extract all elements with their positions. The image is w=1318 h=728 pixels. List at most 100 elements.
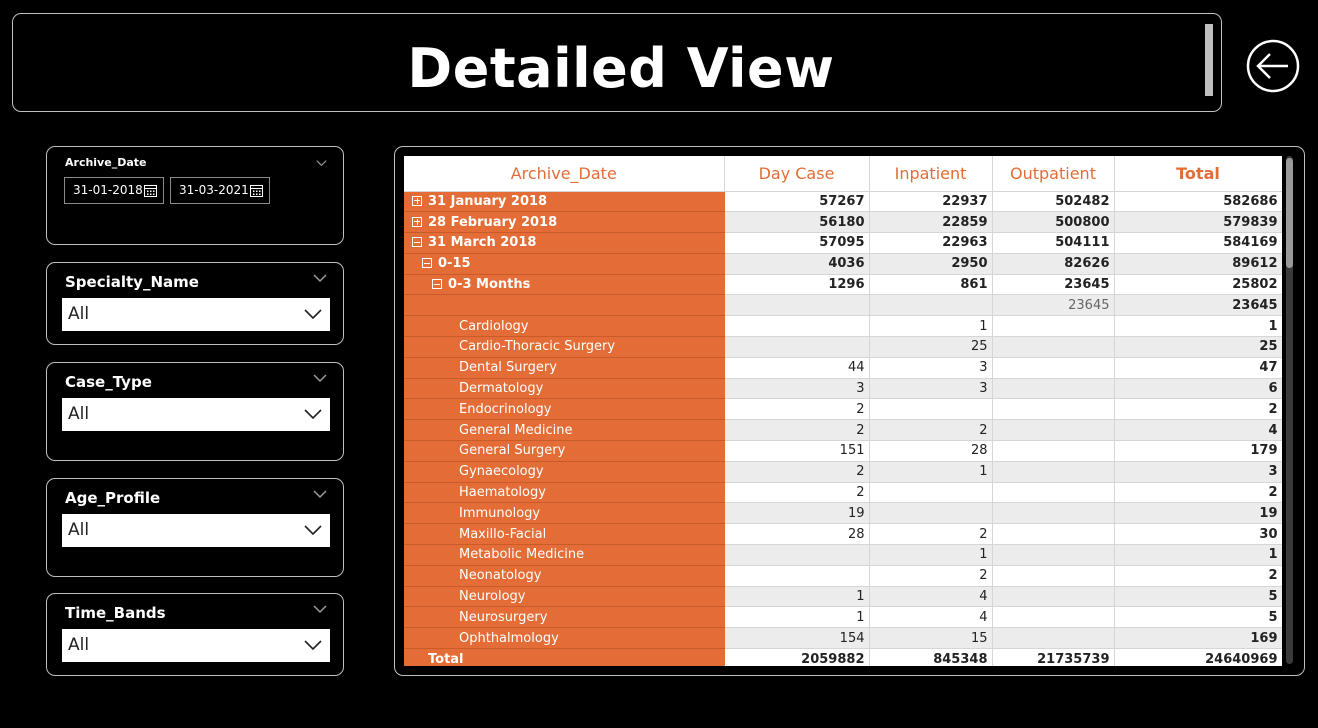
expand-plus-icon[interactable]	[412, 216, 422, 227]
table-cell	[992, 627, 1115, 650]
table-cell: 1	[1114, 315, 1282, 338]
row-header: Neonatology	[404, 565, 725, 587]
row-header: Gynaecology	[404, 461, 725, 483]
row-header: Immunology	[404, 502, 725, 525]
time-bands-slicer: Time_Bands All	[46, 593, 344, 676]
table-row: Maxillo-Facial 28 2 30	[404, 523, 1282, 546]
table-cell: 502482	[992, 191, 1115, 213]
header-row: Archive_Date Day Case Inpatient Outpatie…	[404, 156, 1282, 192]
row-header: Ophthalmology	[404, 627, 725, 650]
age-profile-slicer: Age_Profile All	[46, 478, 344, 577]
scrollbar-thumb[interactable]	[1286, 158, 1293, 268]
row-header[interactable]: 31 January 2018	[404, 191, 725, 213]
title-divider	[1205, 24, 1213, 96]
table-cell: 169	[1114, 627, 1282, 650]
table-cell: 1	[869, 315, 993, 338]
matrix-table: Archive_Date Day Case Inpatient Outpatie…	[404, 156, 1282, 666]
collapse-minus-icon[interactable]	[432, 279, 442, 290]
table-cell: 5	[1114, 586, 1282, 608]
row-label: Neonatology	[459, 568, 542, 584]
table-cell	[724, 336, 870, 358]
row-header	[404, 294, 725, 317]
table-cell: 500800	[992, 211, 1115, 234]
table-cell: 44	[724, 357, 870, 379]
table-cell: 1296	[724, 274, 870, 296]
row-header[interactable]: 28 February 2018	[404, 211, 725, 234]
specialty-dropdown[interactable]: All	[62, 298, 330, 331]
table-cell: 23645	[992, 274, 1115, 296]
row-header[interactable]: 0-15	[404, 253, 725, 275]
table-cell	[992, 378, 1115, 400]
row-header[interactable]: 31 March 2018	[404, 232, 725, 254]
vertical-scrollbar[interactable]	[1286, 156, 1293, 664]
table-cell	[992, 336, 1115, 358]
back-button[interactable]	[1245, 38, 1301, 94]
chevron-down-icon[interactable]	[313, 373, 327, 383]
row-header: Cardiology	[404, 315, 725, 338]
table-cell	[992, 398, 1115, 421]
collapse-minus-icon[interactable]	[412, 237, 422, 248]
table-row: Neonatology 2 2	[404, 565, 1282, 587]
table-cell: 3	[869, 378, 993, 400]
column-header-inpatient[interactable]: Inpatient	[869, 156, 993, 192]
table-cell: 154	[724, 627, 870, 650]
row-label: General Medicine	[459, 422, 573, 438]
table-cell: 82626	[992, 253, 1115, 275]
table-cell: 57267	[724, 191, 870, 213]
column-header-total[interactable]: Total	[1114, 156, 1282, 192]
table-cell: 151	[724, 440, 870, 462]
time-bands-dropdown[interactable]: All	[62, 629, 330, 662]
row-label: 0-3 Months	[448, 277, 531, 293]
collapse-minus-icon[interactable]	[422, 258, 432, 269]
table-cell: 2	[724, 482, 870, 504]
total-cell: 2059882	[724, 648, 870, 666]
row-label: Endocrinology	[459, 401, 552, 417]
table-row: Cardiology 1 1	[404, 315, 1282, 338]
table-cell	[992, 461, 1115, 483]
table-cell: 2	[1114, 565, 1282, 587]
expand-plus-icon[interactable]	[412, 195, 422, 206]
table-row: Endocrinology 2 2	[404, 398, 1282, 421]
column-header-outpatient[interactable]: Outpatient	[992, 156, 1115, 192]
row-label: 31 March 2018	[428, 235, 537, 251]
row-header: Neurology	[404, 586, 725, 608]
row-label: Neurosurgery	[459, 609, 548, 625]
row-header: Metabolic Medicine	[404, 544, 725, 566]
column-header-archive-date[interactable]: Archive_Date	[404, 156, 725, 192]
table-cell: 4	[869, 606, 993, 629]
column-header-day-case[interactable]: Day Case	[724, 156, 870, 192]
table-cell: 22963	[869, 232, 993, 254]
table-row: Gynaecology 2 1 3	[404, 461, 1282, 483]
chevron-down-icon[interactable]	[313, 489, 327, 499]
chevron-down-icon[interactable]	[313, 604, 327, 614]
case-type-dropdown[interactable]: All	[62, 398, 330, 431]
table-cell: 4	[1114, 419, 1282, 442]
table-cell	[724, 294, 870, 317]
age-profile-dropdown[interactable]: All	[62, 514, 330, 547]
start-date-input[interactable]: 31-01-2018	[64, 177, 164, 204]
time-bands-title: Time_Bands	[65, 604, 166, 622]
row-header: Dermatology	[404, 378, 725, 400]
table-cell	[992, 606, 1115, 629]
table-cell: 57095	[724, 232, 870, 254]
age-profile-title: Age_Profile	[65, 489, 161, 507]
chevron-down-icon[interactable]	[313, 273, 327, 283]
end-date-input[interactable]: 31-03-2021	[170, 177, 270, 204]
row-header: General Surgery	[404, 440, 725, 462]
table-cell	[992, 419, 1115, 442]
table-cell	[992, 440, 1115, 462]
row-header: Neurosurgery	[404, 606, 725, 629]
table-cell: 2	[1114, 398, 1282, 421]
row-label: Neurology	[459, 589, 526, 605]
table-cell	[869, 294, 993, 317]
chevron-down-icon[interactable]	[316, 159, 327, 167]
row-label: Haematology	[459, 485, 546, 501]
table-row: Neurology 1 4 5	[404, 586, 1282, 608]
specialty-value: All	[68, 304, 90, 324]
table-cell: 504111	[992, 232, 1115, 254]
chevron-down-icon	[304, 309, 322, 320]
table-cell: 2	[724, 419, 870, 442]
table-cell: 1	[724, 586, 870, 608]
total-row: Total 2059882 845348 21735739 24640969	[404, 648, 1282, 666]
row-header[interactable]: 0-3 Months	[404, 274, 725, 296]
